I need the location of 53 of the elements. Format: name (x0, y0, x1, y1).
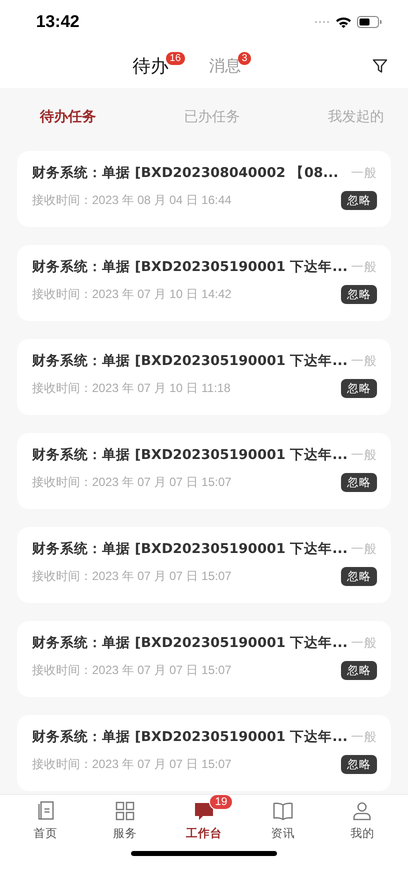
priority-label: 一般 (351, 728, 377, 746)
task-title: 财务系统：单据 [BXD202305190001 下达年... (32, 728, 348, 746)
priority-label: 一般 (351, 540, 377, 558)
task-card[interactable]: 财务系统：单据 [BXD202305190001 下达年... 一般 接收时间：2023 年 07 月 07 日 15:07 忽略 (17, 715, 391, 791)
nav-tab[interactable]: 19 工作台 (174, 795, 234, 848)
task-title: 财务系统：单据 [BXD202308040002 【08... (32, 164, 338, 182)
ignore-button[interactable]: 忽略 (341, 661, 377, 680)
received-time: 接收时间：2023 年 07 月 07 日 15:07 (32, 662, 232, 679)
received-time: 接收时间：2023 年 07 月 10 日 11:18 (32, 380, 231, 397)
task-card[interactable]: 财务系统：单据 [BXD202305190001 下达年... 一般 接收时间：2023 年 07 月 10 日 14:42 忽略 (17, 245, 391, 321)
received-time: 接收时间：2023 年 08 月 04 日 16:44 (32, 192, 232, 209)
task-card[interactable]: 财务系统：单据 [BXD202308040002 【08... 一般 接收时间：2023 年 08 月 04 日 16:44 忽略 (17, 151, 391, 227)
task-title: 财务系统：单据 [BXD202305190001 下达年... (32, 352, 348, 370)
nav-tab[interactable]: 首页 (16, 795, 76, 848)
ignore-button[interactable]: 忽略 (341, 379, 377, 398)
filter-icon[interactable] (372, 58, 388, 74)
signal-icon (314, 20, 330, 24)
book-icon (272, 800, 294, 822)
wifi-icon (335, 16, 352, 28)
task-title: 财务系统：单据 [BXD202305190001 下达年... (32, 634, 348, 652)
count-badge: 19 (208, 794, 234, 810)
priority-label: 一般 (351, 352, 377, 370)
task-card[interactable]: 财务系统：单据 [BXD202305190001 下达年... 一般 接收时间：2023 年 07 月 10 日 11:18 忽略 (17, 339, 391, 415)
task-title: 财务系统：单据 [BXD202305190001 下达年... (32, 446, 348, 464)
count-badge: 16 (166, 52, 185, 64)
chat-icon (192, 800, 215, 822)
ignore-button[interactable]: 忽略 (341, 567, 377, 586)
task-title: 财务系统：单据 [BXD202305190001 下达年... (32, 540, 348, 558)
ignore-button[interactable]: 忽略 (341, 285, 377, 304)
received-time: 接收时间：2023 年 07 月 07 日 15:07 (32, 474, 232, 491)
battery-icon (357, 16, 382, 28)
task-title: 财务系统：单据 [BXD202305190001 下达年... (32, 258, 348, 276)
priority-label: 一般 (351, 634, 377, 652)
priority-label: 一般 (351, 164, 377, 182)
nav-tab[interactable]: 我的 (332, 795, 392, 848)
ignore-button[interactable]: 忽略 (341, 191, 377, 210)
received-time: 接收时间：2023 年 07 月 10 日 14:42 (32, 286, 232, 303)
received-time: 接收时间：2023 年 07 月 07 日 15:07 (32, 568, 232, 585)
nav-tab[interactable]: 服务 (94, 795, 155, 848)
ignore-button[interactable]: 忽略 (341, 473, 377, 492)
grid-icon (114, 800, 136, 822)
received-time: 接收时间：2023 年 07 月 07 日 15:07 (32, 756, 232, 773)
priority-label: 一般 (351, 258, 377, 276)
ignore-button[interactable]: 忽略 (341, 755, 377, 774)
task-card[interactable]: 财务系统：单据 [BXD202305190001 下达年... 一般 接收时间：2023 年 07 月 07 日 15:07 忽略 (17, 527, 391, 603)
sub-tab[interactable]: 待办任务 (40, 108, 96, 126)
count-badge: 3 (238, 52, 252, 64)
nav-tab[interactable]: 资讯 (253, 795, 314, 848)
person-icon (351, 800, 374, 822)
task-card[interactable]: 财务系统：单据 [BXD202305190001 下达年... 一般 接收时间：2023 年 07 月 07 日 15:07 忽略 (17, 621, 391, 697)
task-card[interactable]: 财务系统：单据 [BXD202305190001 下达年... 一般 接收时间：2023 年 07 月 07 日 15:07 忽略 (17, 433, 391, 509)
status-time: 13:42 (36, 12, 80, 32)
priority-label: 一般 (351, 446, 377, 464)
